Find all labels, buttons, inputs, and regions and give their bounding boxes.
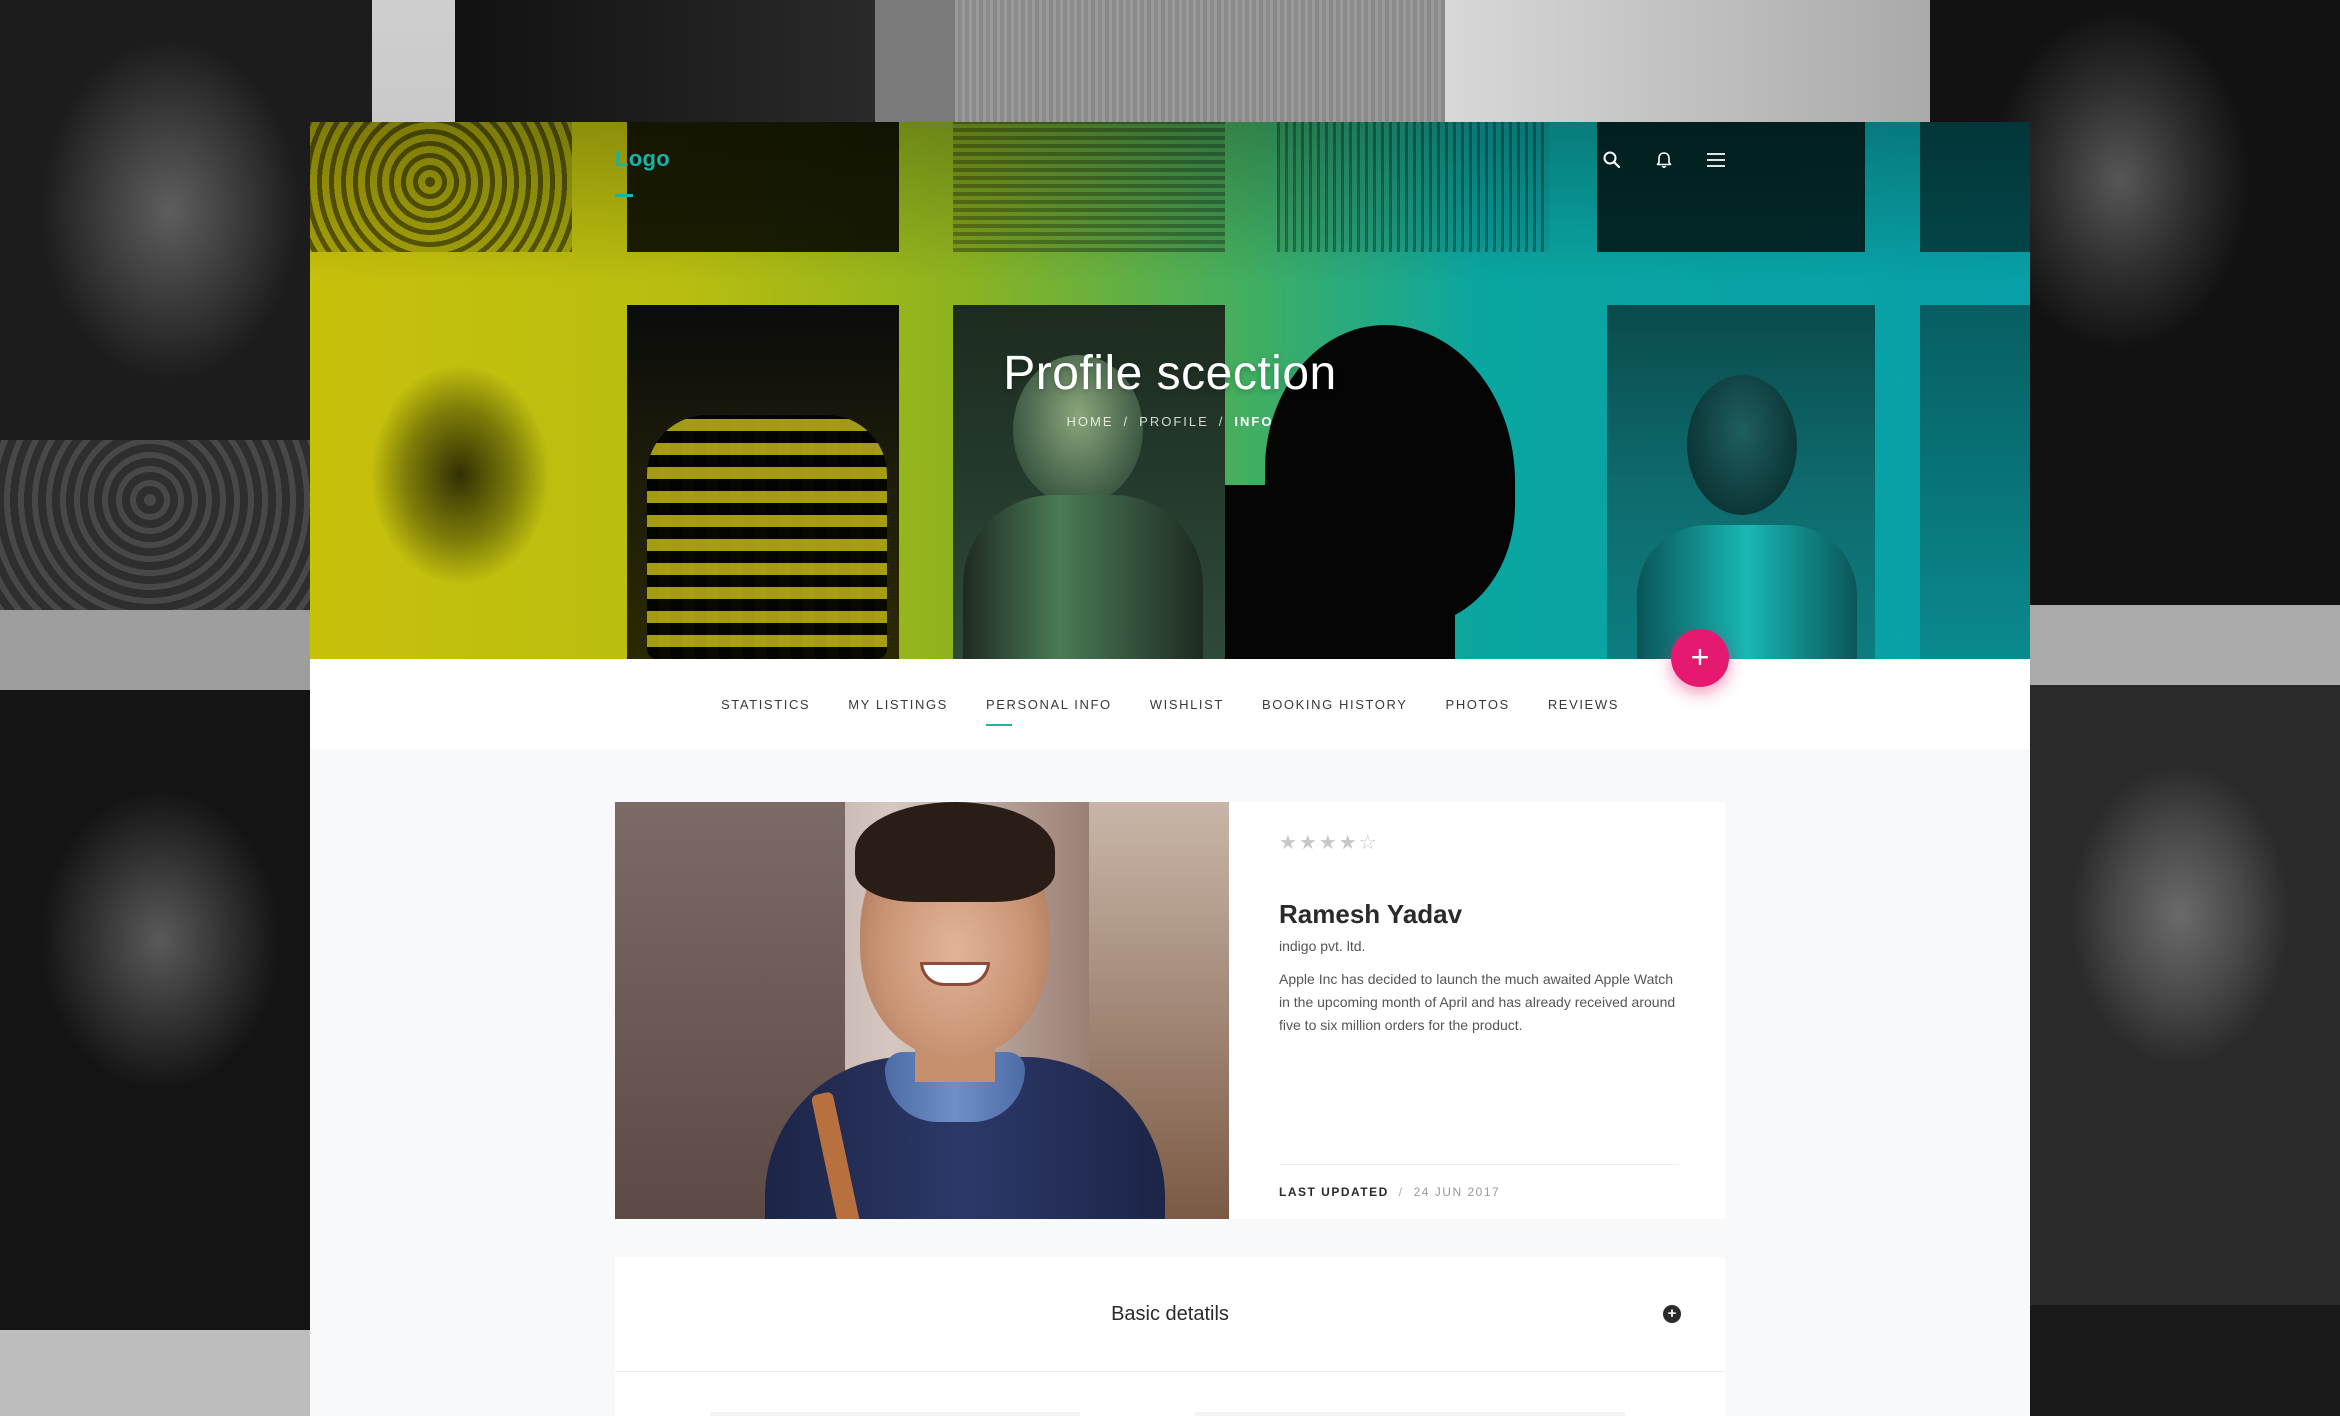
tab-reviews[interactable]: REVIEWS xyxy=(1548,691,1619,718)
last-updated-date: 24 JUN 2017 xyxy=(1413,1185,1501,1199)
profile-card: ★★★★☆ Ramesh Yadav indigo pvt. ltd. Appl… xyxy=(615,802,1725,1219)
background-photo xyxy=(0,690,310,1330)
profile-name: Ramesh Yadav xyxy=(1279,899,1463,929)
profile-tabs: STATISTICS MY LISTINGS PERSONAL INFO WIS… xyxy=(310,659,2030,749)
last-updated: LAST UPDATED/24 JUN 2017 xyxy=(1279,1164,1679,1199)
star-rating: ★★★★☆ xyxy=(1279,832,1379,854)
tab-personal-info[interactable]: PERSONAL INFO xyxy=(985,691,1112,726)
profile-company: indigo pvt. ltd. xyxy=(1279,938,1366,954)
basic-details-header[interactable]: Basic detatils + xyxy=(615,1257,1725,1372)
tab-photos[interactable]: PHOTOS xyxy=(1446,691,1510,718)
page-title: Profile scection xyxy=(1003,347,1337,400)
basic-details-title: Basic detatils xyxy=(1111,1302,1229,1325)
add-fab-button[interactable]: + xyxy=(1671,629,1729,687)
background-photo xyxy=(875,0,965,122)
profile-description: Apple Inc has decided to launch the much… xyxy=(1279,971,1676,1033)
tab-booking-history[interactable]: BOOKING HISTORY xyxy=(1262,691,1408,718)
logo[interactable]: Logo xyxy=(615,146,670,172)
last-updated-label: LAST UPDATED xyxy=(1279,1185,1389,1199)
bell-icon[interactable] xyxy=(1653,149,1675,171)
basic-details-panel: Basic detatils + xyxy=(615,1257,1725,1416)
navbar-icons xyxy=(1601,142,1727,178)
tab-statistics[interactable]: STATISTICS xyxy=(721,691,810,718)
background-photo xyxy=(455,0,875,122)
breadcrumb-info: INFO xyxy=(1234,414,1274,429)
breadcrumb-home[interactable]: HOME xyxy=(1067,414,1114,429)
menu-icon[interactable] xyxy=(1705,149,1727,171)
logo-underline xyxy=(615,194,633,197)
profile-info: ★★★★☆ Ramesh Yadav indigo pvt. ltd. Appl… xyxy=(1229,802,1725,1219)
details-field-placeholder xyxy=(1195,1412,1625,1416)
background-photo xyxy=(1445,0,1945,122)
tab-my-listings[interactable]: MY LISTINGS xyxy=(848,691,948,718)
background-photo xyxy=(2030,685,2340,1305)
breadcrumb-profile[interactable]: PROFILE xyxy=(1139,414,1209,429)
details-field-placeholder xyxy=(710,1412,1080,1416)
search-icon[interactable] xyxy=(1601,149,1623,171)
background-photo xyxy=(955,0,1445,122)
tab-wishlist[interactable]: WISHLIST xyxy=(1150,691,1224,718)
hero-banner: Logo Profile scection HOME / PROFILE / INFO xyxy=(310,122,2030,659)
expand-plus-icon[interactable]: + xyxy=(1663,1305,1681,1323)
profile-photo xyxy=(615,802,1229,1219)
top-navbar: Logo xyxy=(615,142,2030,197)
profile-app-window: Logo Profile scection HOME / PROFILE / INFO … xyxy=(310,122,2030,1416)
breadcrumb: HOME / PROFILE / INFO xyxy=(1066,414,1274,429)
